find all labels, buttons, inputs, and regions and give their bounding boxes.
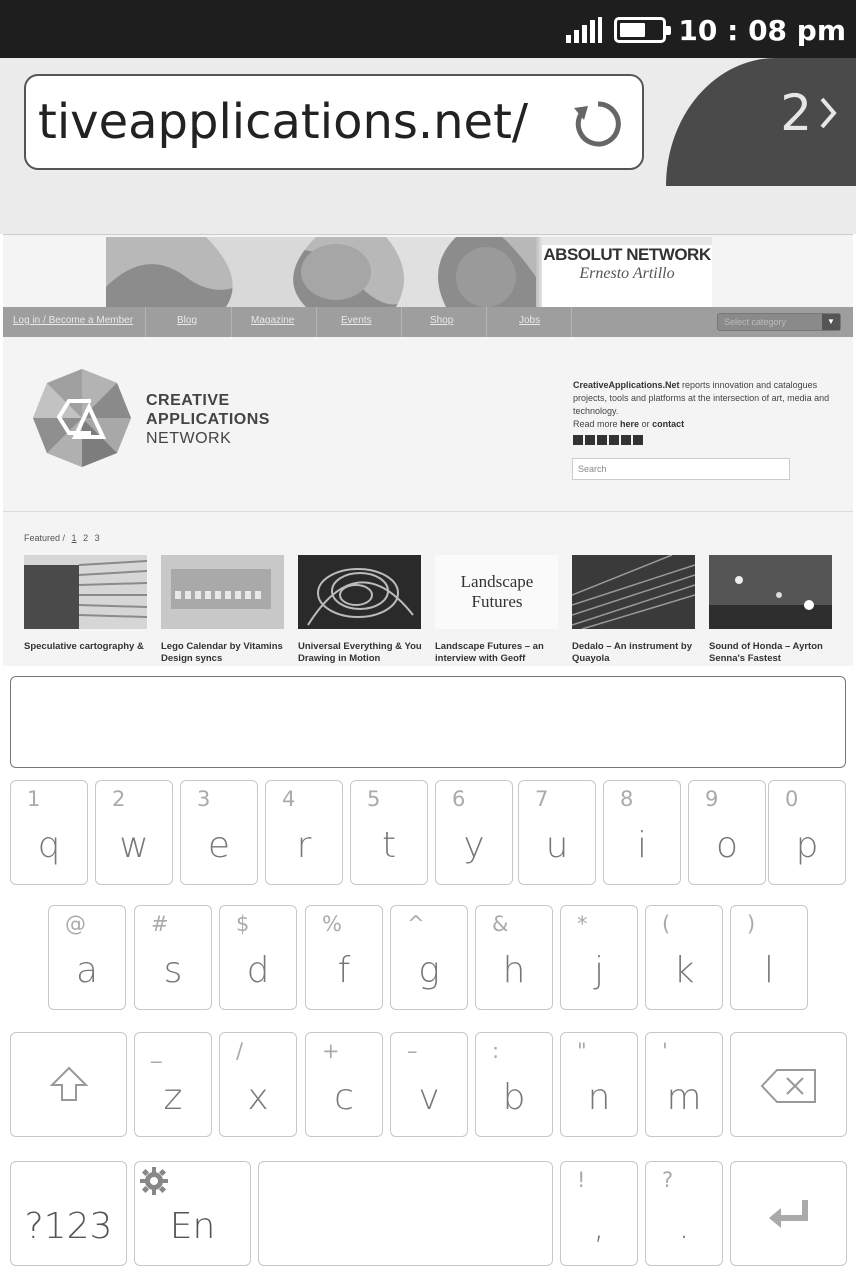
site-nav: Log in / Become a Member Blog Magazine E… xyxy=(3,307,853,337)
suggestion-bar[interactable] xyxy=(10,676,846,768)
on-screen-keyboard: 1 q 2 w 3 e 4 r 5 t 6 y 7 u 8 i 9 o 0 p @ a # s $ d% f ^ g & h * j(k) l _ z… xyxy=(0,668,856,1285)
battery-icon xyxy=(614,17,672,43)
featured-pager: Featured / 1 2 3 xyxy=(24,533,100,543)
here-link[interactable]: here xyxy=(620,419,639,429)
article-title-1[interactable]: Speculative cartography & xyxy=(24,641,154,653)
article-thumb-6[interactable] xyxy=(709,555,832,629)
clock: 10 : 08 pm xyxy=(678,13,846,47)
key-c[interactable]: + c xyxy=(305,1032,383,1137)
nav-magazine[interactable]: Magazine xyxy=(251,315,294,326)
signal-icon xyxy=(566,17,603,43)
vimeo-icon[interactable] xyxy=(597,435,607,445)
site-logo-text: CREATIVE APPLICATIONS NETWORK xyxy=(146,392,270,447)
article-title-3[interactable]: Universal Everything & You Drawing in Mo… xyxy=(298,641,428,665)
article-title-5[interactable]: Dedalo – An instrument by Quayola xyxy=(572,641,702,665)
key-r[interactable]: 4r xyxy=(265,780,343,885)
tab-count: 2 xyxy=(780,84,812,142)
enter-icon xyxy=(731,1198,846,1230)
key-a[interactable]: @ a xyxy=(48,905,126,1010)
social-icons xyxy=(573,435,838,445)
youtube-icon[interactable] xyxy=(621,435,631,445)
backspace-key[interactable] xyxy=(730,1032,847,1137)
gear-icon xyxy=(139,1166,169,1201)
key-h[interactable]: & h xyxy=(475,905,553,1010)
shift-icon xyxy=(11,1065,126,1103)
article-title-4[interactable]: Landscape Futures – an interview with Ge… xyxy=(435,641,565,665)
key-x[interactable]: / x xyxy=(219,1032,297,1137)
article-thumb-4[interactable]: Landscape Futures xyxy=(435,555,558,629)
web-content[interactable]: ABSOLUT NETWORK Ernesto Artillo Log in /… xyxy=(3,234,853,666)
site-logo[interactable] xyxy=(31,367,133,469)
key-s[interactable]: # s xyxy=(134,905,212,1010)
key-k[interactable]: (k xyxy=(645,905,723,1010)
period-key[interactable]: ?. xyxy=(645,1161,723,1266)
key-j[interactable]: * j xyxy=(560,905,638,1010)
backspace-icon xyxy=(731,1067,846,1105)
nav-shop[interactable]: Shop xyxy=(430,315,453,326)
key-q[interactable]: 1q xyxy=(10,780,88,885)
key-m[interactable]: ' m xyxy=(645,1032,723,1137)
category-select[interactable]: Select category ▼ xyxy=(717,313,841,331)
article-thumb-3[interactable] xyxy=(298,555,421,629)
enter-key[interactable] xyxy=(730,1161,847,1266)
key-o[interactable]: 9o xyxy=(688,780,766,885)
key-n[interactable]: " n xyxy=(560,1032,638,1137)
featured-page-1[interactable]: 1 xyxy=(72,533,77,543)
key-u[interactable]: 7u xyxy=(518,780,596,885)
facebook-icon[interactable] xyxy=(585,435,595,445)
article-thumb-1[interactable] xyxy=(24,555,147,629)
key-z[interactable]: _ z xyxy=(134,1032,212,1137)
flickr-icon[interactable] xyxy=(609,435,619,445)
ad-banner[interactable]: ABSOLUT NETWORK Ernesto Artillo xyxy=(106,237,712,307)
key-l[interactable]: ) l xyxy=(730,905,808,1010)
dropdown-arrow-icon: ▼ xyxy=(822,314,840,330)
url-bar[interactable]: tiveapplications.net/ xyxy=(24,74,644,170)
shift-key[interactable] xyxy=(10,1032,127,1137)
comma-key[interactable]: !, xyxy=(560,1161,638,1266)
key-f[interactable]: % f xyxy=(305,905,383,1010)
nav-events[interactable]: Events xyxy=(341,315,372,326)
key-e[interactable]: 3e xyxy=(180,780,258,885)
article-thumb-5[interactable] xyxy=(572,555,695,629)
article-thumb-2[interactable] xyxy=(161,555,284,629)
nav-jobs[interactable]: Jobs xyxy=(519,315,540,326)
featured-page-3[interactable]: 3 xyxy=(95,533,100,543)
key-g[interactable]: ^ g xyxy=(390,905,468,1010)
article-title-6[interactable]: Sound of Honda – Ayrton Senna's Fastest xyxy=(709,641,839,665)
banner-brand: ABSOLUT NETWORK Ernesto Artillo xyxy=(542,245,712,307)
twitter-icon[interactable] xyxy=(573,435,583,445)
tabs-button[interactable]: 2 xyxy=(626,58,856,186)
reload-icon[interactable] xyxy=(568,94,628,154)
contact-link[interactable]: contact xyxy=(652,419,684,429)
url-text: tiveapplications.net/ xyxy=(38,94,529,150)
site-search-input[interactable]: Search xyxy=(572,458,790,480)
language-key[interactable]: En xyxy=(134,1161,251,1266)
nav-login[interactable]: Log in / Become a Member xyxy=(13,315,133,326)
key-p[interactable]: 0p xyxy=(768,780,846,885)
banner-image xyxy=(106,237,536,307)
svg-text:Futures: Futures xyxy=(472,592,523,611)
svg-text:Landscape: Landscape xyxy=(461,572,534,591)
key-w[interactable]: 2w xyxy=(95,780,173,885)
article-title-2[interactable]: Lego Calendar by Vitamins Design syncs xyxy=(161,641,291,665)
key-b[interactable]: :b xyxy=(475,1032,553,1137)
browser-toolbar: 2 tiveapplications.net/ xyxy=(0,58,856,234)
nav-blog[interactable]: Blog xyxy=(177,315,197,326)
symbols-key[interactable]: ?123 xyxy=(10,1161,127,1266)
rss-icon[interactable] xyxy=(633,435,643,445)
key-y[interactable]: 6y xyxy=(435,780,513,885)
site-about: CreativeApplications.Net reports innovat… xyxy=(573,379,838,445)
key-v[interactable]: – v xyxy=(390,1032,468,1137)
status-bar: 10 : 08 pm xyxy=(0,0,856,58)
featured-page-2[interactable]: 2 xyxy=(83,533,88,543)
chevron-right-icon xyxy=(820,97,837,129)
key-i[interactable]: 8i xyxy=(603,780,681,885)
key-t[interactable]: 5t xyxy=(350,780,428,885)
key-d[interactable]: $ d xyxy=(219,905,297,1010)
space-key[interactable] xyxy=(258,1161,553,1266)
